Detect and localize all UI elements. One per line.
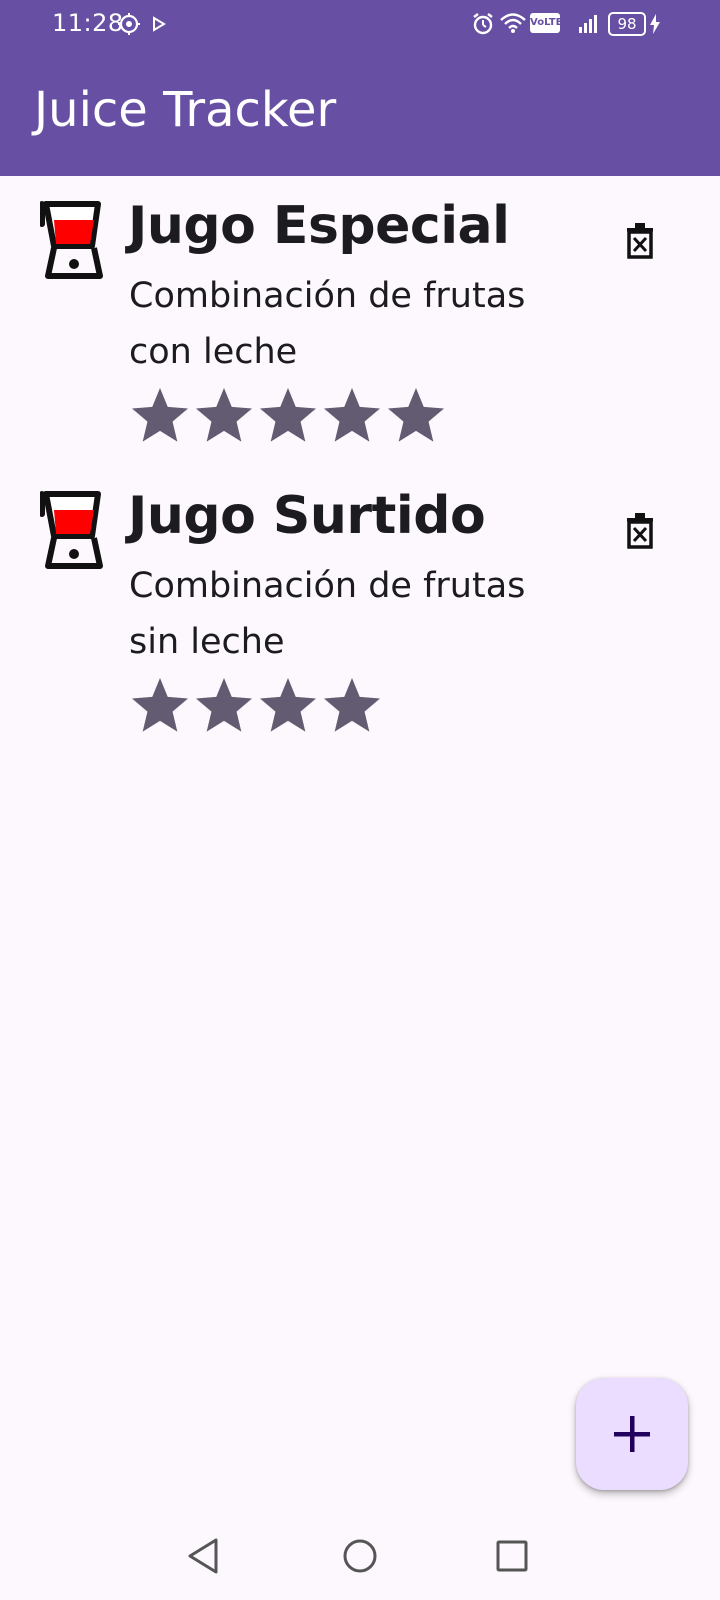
app-title: Juice Tracker [34,82,337,138]
circle-home-icon[interactable] [336,1532,384,1580]
blender-icon [40,201,103,279]
juice-name: Jugo Especial [128,196,510,256]
signal-status-icon [579,15,597,33]
delete-icon [627,223,653,259]
star-icon[interactable] [384,384,448,448]
star-icon[interactable] [320,384,384,448]
settings-status-icon [118,13,140,35]
rating-stars[interactable] [128,384,448,450]
star-icon[interactable] [192,674,256,738]
juice-name: Jugo Surtido [128,486,486,546]
delete-button[interactable] [616,216,664,264]
battery-level: 98 [617,15,637,33]
status-bar: 11:28 VoLTE 98 [0,0,720,48]
charging-status-icon [650,14,660,34]
square-recents-icon[interactable] [488,1532,536,1580]
rating-stars[interactable] [128,674,384,740]
juice-list-item[interactable]: Jugo Especial Combinación de frutas con … [0,176,720,456]
star-icon[interactable] [128,384,192,448]
star-icon[interactable] [320,674,384,738]
add-juice-fab[interactable] [576,1378,688,1490]
juice-description: Combinación de frutas con leche [129,276,526,372]
triangle-back-icon[interactable] [182,1532,230,1580]
battery-status-icon: 98 [608,12,646,36]
juice-description: Combinación de frutas sin leche [129,566,526,662]
play-status-icon [153,16,166,32]
star-icon[interactable] [256,674,320,738]
delete-button[interactable] [616,506,664,554]
system-navigation-bar [0,1512,720,1600]
star-icon[interactable] [128,674,192,738]
volte-badge: VoLTE [530,13,562,33]
wifi-status-icon [500,13,526,33]
juice-list-item[interactable]: Jugo Surtido Combinación de frutas sin l… [0,466,720,746]
star-icon[interactable] [256,384,320,448]
delete-icon [627,513,653,549]
blender-icon [40,491,103,569]
top-app-bar: Juice Tracker [0,48,720,176]
plus-icon [614,1416,650,1452]
status-time: 11:28 [52,9,124,37]
alarm-status-icon [473,13,493,35]
star-icon[interactable] [192,384,256,448]
